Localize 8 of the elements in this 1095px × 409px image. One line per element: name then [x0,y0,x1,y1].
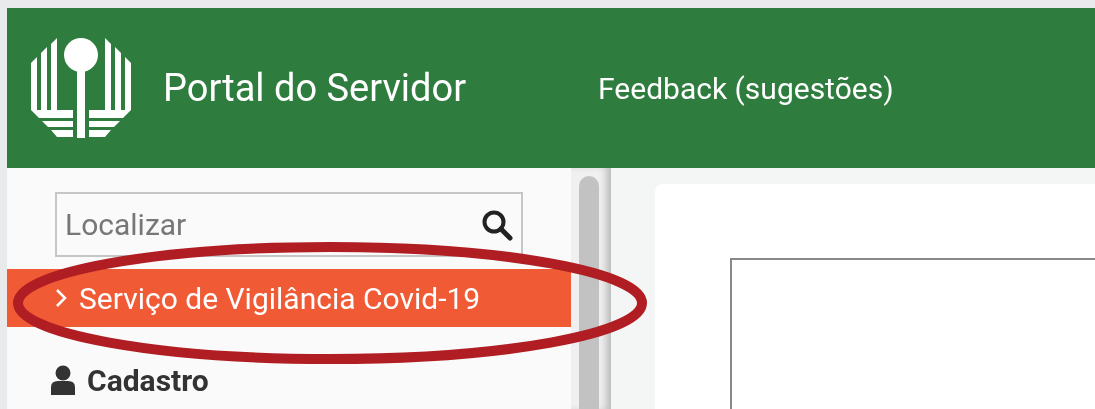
user-icon [51,365,75,395]
menu-section[interactable]: Cadastro [7,351,571,409]
portal-title: Portal do Servidor [163,64,467,112]
search-icon[interactable] [481,208,513,241]
chevron-right-icon [55,288,67,308]
menu-item[interactable]: Serviço de Vigilância Covid-19 [7,269,571,327]
feedback-link[interactable]: Feedback (sugestões) [598,65,894,111]
search-input[interactable]: Localizar [65,202,445,247]
